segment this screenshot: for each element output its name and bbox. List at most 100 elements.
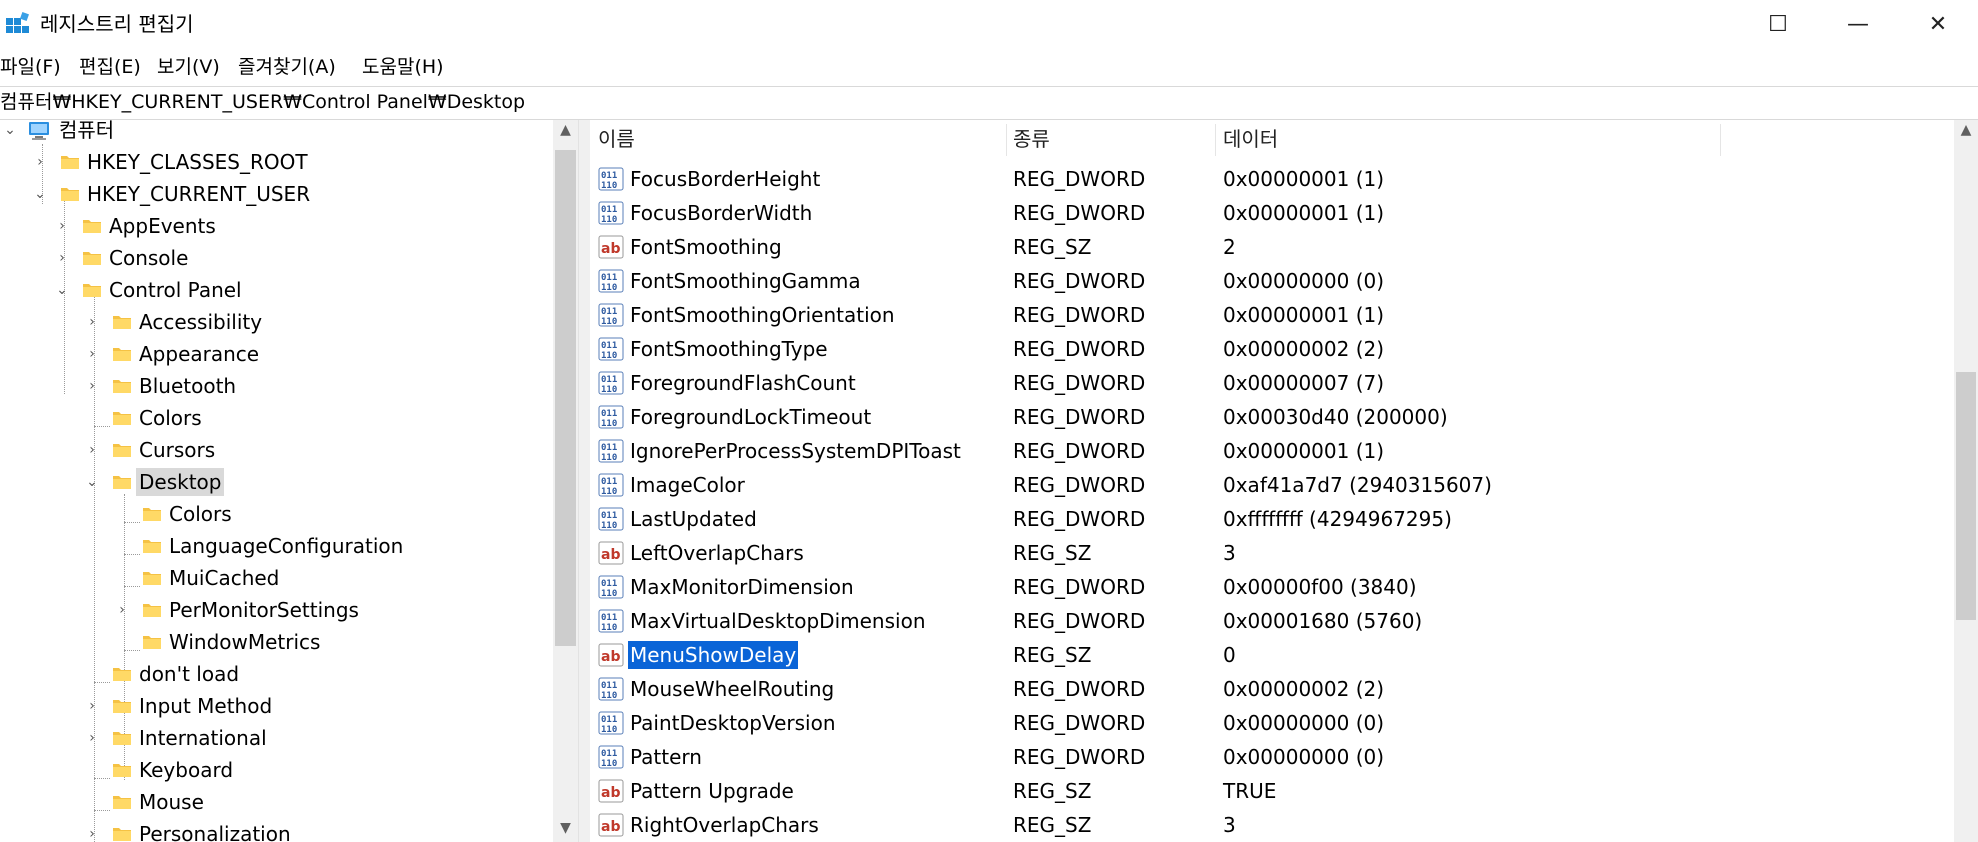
value-row[interactable]: 011 110 FocusBorderHeight REG_DWORD 0x000000…: [590, 162, 1940, 196]
chevron-right-icon[interactable]: ›: [84, 370, 100, 402]
chevron-down-icon[interactable]: ⌄: [84, 466, 100, 498]
value-name[interactable]: Pattern Upgrade: [628, 777, 796, 805]
chevron-right-icon[interactable]: ›: [84, 434, 100, 466]
chevron-right-icon[interactable]: ›: [84, 722, 100, 754]
value-name[interactable]: FocusBorderWidth: [628, 199, 814, 227]
value-name[interactable]: FontSmoothingType: [628, 335, 830, 363]
value-name[interactable]: FocusBorderHeight: [628, 165, 822, 193]
value-row[interactable]: 011 110 MaxMonitorDimension REG_DWORD 0x0000…: [590, 570, 1940, 604]
value-name[interactable]: Pattern: [628, 743, 704, 771]
value-name[interactable]: MaxVirtualDesktopDimension: [628, 607, 928, 635]
chevron-right-icon[interactable]: ›: [32, 146, 48, 178]
value-row[interactable]: 011 110 FontSmoothingOrientation REG_DWORD 0…: [590, 298, 1940, 332]
chevron-right-icon[interactable]: ›: [54, 210, 70, 242]
value-name[interactable]: ForegroundLockTimeout: [628, 403, 873, 431]
chevron-right-icon[interactable]: ›: [54, 242, 70, 274]
value-row[interactable]: ab Pattern Upgrade REG_SZ TRUE: [590, 774, 1940, 808]
value-scroll-thumb[interactable]: [1956, 372, 1976, 620]
chevron-right-icon[interactable]: ›: [84, 690, 100, 722]
column-separator[interactable]: [1006, 124, 1007, 156]
column-header-type[interactable]: 종류: [1013, 120, 1050, 158]
tree-node[interactable]: Mouse: [0, 786, 550, 818]
value-scrollbar[interactable]: ▲: [1954, 120, 1978, 842]
tree-node[interactable]: Keyboard: [0, 754, 550, 786]
tree-node[interactable]: ⌄ Control Panel: [0, 274, 550, 306]
value-name[interactable]: PaintDesktopVersion: [628, 709, 838, 737]
menu-help[interactable]: 도움말(H): [362, 55, 444, 79]
tree-node[interactable]: ⌄ HKEY_CURRENT_USER: [0, 178, 550, 210]
value-row[interactable]: ab LeftOverlapChars REG_SZ 3: [590, 536, 1940, 570]
chevron-right-icon[interactable]: ›: [84, 306, 100, 338]
tree-scrollbar[interactable]: ▲ ▼: [553, 120, 578, 842]
chevron-right-icon[interactable]: ›: [84, 818, 100, 842]
tree-node[interactable]: › Cursors: [0, 434, 550, 466]
column-separator[interactable]: [1720, 124, 1721, 156]
tree-node[interactable]: › PerMonitorSettings: [0, 594, 550, 626]
value-row[interactable]: 011 110 FontSmoothingType REG_DWORD 0x000000…: [590, 332, 1940, 366]
tree-node[interactable]: › Bluetooth: [0, 370, 550, 402]
scroll-up-icon[interactable]: ▲: [553, 122, 578, 142]
tree-node[interactable]: › International: [0, 722, 550, 754]
value-row[interactable]: ab MenuShowDelay REG_SZ 0: [590, 638, 1940, 672]
close-button[interactable]: ✕: [1898, 0, 1978, 48]
value-name[interactable]: MouseWheelRouting: [628, 675, 836, 703]
maximize-button[interactable]: ☐: [1738, 0, 1818, 48]
chevron-right-icon[interactable]: ›: [114, 594, 130, 626]
value-name[interactable]: LastUpdated: [628, 505, 759, 533]
column-header-data[interactable]: 데이터: [1223, 120, 1278, 158]
value-name[interactable]: LeftOverlapChars: [628, 539, 806, 567]
menu-edit[interactable]: 편집(E): [79, 55, 141, 79]
tree-node[interactable]: › Console: [0, 242, 550, 274]
tree-node[interactable]: don't load: [0, 658, 550, 690]
tree-node[interactable]: ⌄ Desktop: [0, 466, 550, 498]
value-row[interactable]: ab RightOverlapChars REG_SZ 3: [590, 808, 1940, 842]
address-bar[interactable]: 컴퓨터₩HKEY_CURRENT_USER₩Control Panel₩Desk…: [0, 86, 1978, 120]
tree-scroll-thumb[interactable]: [555, 150, 576, 646]
value-row[interactable]: 011 110 MouseWheelRouting REG_DWORD 0x000000…: [590, 672, 1940, 706]
value-name[interactable]: FontSmoothing: [628, 233, 784, 261]
address-path[interactable]: 컴퓨터₩HKEY_CURRENT_USER₩Control Panel₩Desk…: [0, 90, 525, 114]
value-name[interactable]: ImageColor: [628, 471, 747, 499]
tree-node[interactable]: Colors: [0, 498, 550, 530]
tree-node[interactable]: › AppEvents: [0, 210, 550, 242]
tree-node[interactable]: › Input Method: [0, 690, 550, 722]
value-row[interactable]: 011 110 IgnorePerProcessSystemDPIToast REG_…: [590, 434, 1940, 468]
value-row[interactable]: 011 110 LastUpdated REG_DWORD 0xffffffff (42…: [590, 502, 1940, 536]
chevron-down-icon[interactable]: ⌄: [32, 178, 48, 210]
value-row[interactable]: 011 110 FontSmoothingGamma REG_DWORD 0x00000…: [590, 264, 1940, 298]
tree-node[interactable]: WindowMetrics: [0, 626, 550, 658]
value-name[interactable]: FontSmoothingGamma: [628, 267, 863, 295]
chevron-down-icon[interactable]: ⌄: [2, 120, 18, 146]
tree-node[interactable]: MuiCached: [0, 562, 550, 594]
value-row[interactable]: 011 110 ImageColor REG_DWORD 0xaf41a7d7 (294…: [590, 468, 1940, 502]
minimize-button[interactable]: —: [1818, 0, 1898, 48]
tree-node[interactable]: › Accessibility: [0, 306, 550, 338]
value-row[interactable]: ab FontSmoothing REG_SZ 2: [590, 230, 1940, 264]
pane-splitter[interactable]: [578, 120, 590, 842]
column-header-name[interactable]: 이름: [598, 120, 635, 158]
tree-node-computer[interactable]: ⌄ 컴퓨터: [0, 120, 550, 146]
tree-node[interactable]: › Appearance: [0, 338, 550, 370]
value-name[interactable]: MaxMonitorDimension: [628, 573, 856, 601]
chevron-right-icon[interactable]: ›: [84, 338, 100, 370]
scroll-up-icon[interactable]: ▲: [1954, 122, 1978, 142]
menu-file[interactable]: 파일(F): [0, 55, 61, 79]
value-row[interactable]: 011 110 ForegroundLockTimeout REG_DWORD 0x00…: [590, 400, 1940, 434]
tree-node[interactable]: › Personalization: [0, 818, 550, 842]
value-row[interactable]: 011 110 PaintDesktopVersion REG_DWORD 0x0000…: [590, 706, 1940, 740]
tree-node[interactable]: LanguageConfiguration: [0, 530, 550, 562]
value-row[interactable]: 011 110 MaxVirtualDesktopDimension REG_DWOR…: [590, 604, 1940, 638]
value-row[interactable]: 011 110 ForegroundFlashCount REG_DWORD 0x000…: [590, 366, 1940, 400]
value-name[interactable]: RightOverlapChars: [628, 811, 821, 839]
tree-node[interactable]: Colors: [0, 402, 550, 434]
value-name[interactable]: MenuShowDelay: [626, 640, 800, 670]
value-name[interactable]: FontSmoothingOrientation: [628, 301, 897, 329]
value-row[interactable]: 011 110 Pattern REG_DWORD 0x00000000 (0): [590, 740, 1940, 774]
value-name[interactable]: IgnorePerProcessSystemDPIToast: [628, 437, 963, 465]
menu-favorites[interactable]: 즐겨찾기(A): [238, 55, 336, 79]
value-row[interactable]: 011 110 FocusBorderWidth REG_DWORD 0x0000000…: [590, 196, 1940, 230]
tree-node[interactable]: › HKEY_CLASSES_ROOT: [0, 146, 550, 178]
chevron-down-icon[interactable]: ⌄: [54, 274, 70, 306]
scroll-down-icon[interactable]: ▼: [553, 820, 578, 840]
menu-view[interactable]: 보기(V): [157, 55, 220, 79]
